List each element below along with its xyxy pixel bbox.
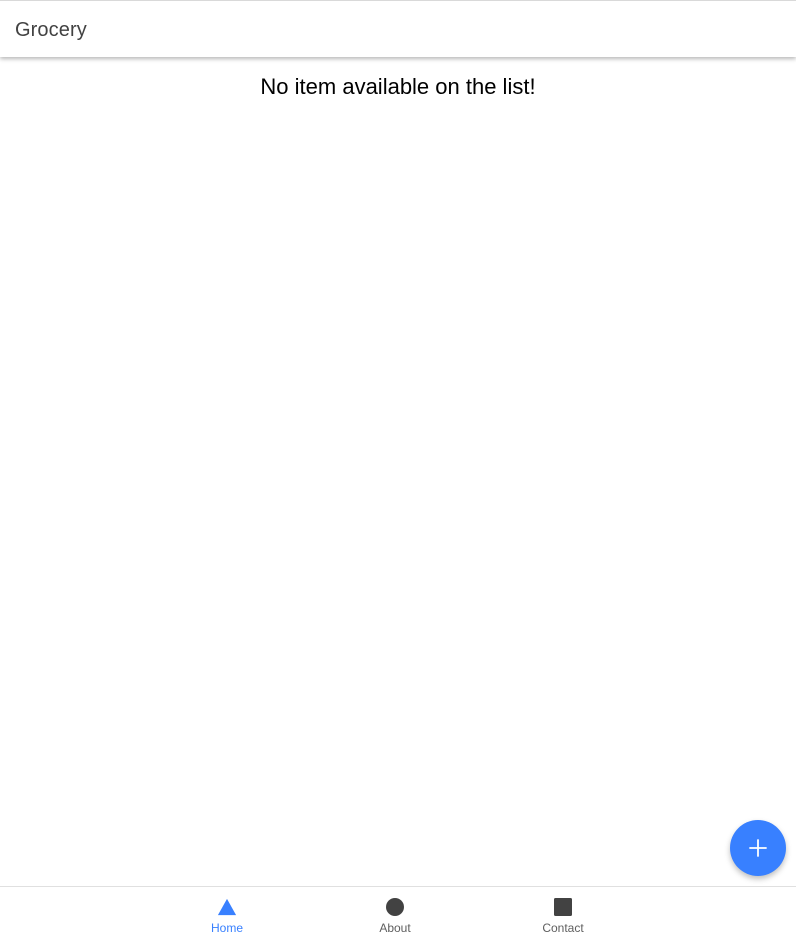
tab-home-label: Home: [210, 921, 243, 935]
tab-contact-label: Contact: [542, 921, 584, 935]
page-title: Grocery: [15, 19, 87, 41]
bottom-tab-bar: Home About Contact: [0, 886, 796, 943]
add-item-button[interactable]: [730, 820, 786, 876]
triangle-icon: [217, 897, 237, 917]
circle-icon: [385, 897, 405, 917]
add-icon: [749, 839, 767, 857]
tab-home[interactable]: Home: [167, 887, 287, 943]
app-root: Grocery No item available on the list! H…: [0, 0, 796, 943]
tab-about-label: About: [379, 921, 411, 935]
tab-about[interactable]: About: [335, 887, 455, 943]
main-content: No item available on the list!: [0, 57, 796, 886]
empty-list-message: No item available on the list!: [260, 74, 536, 99]
square-icon: [553, 897, 573, 917]
header-toolbar: Grocery: [0, 0, 796, 57]
tab-contact[interactable]: Contact: [503, 887, 623, 943]
